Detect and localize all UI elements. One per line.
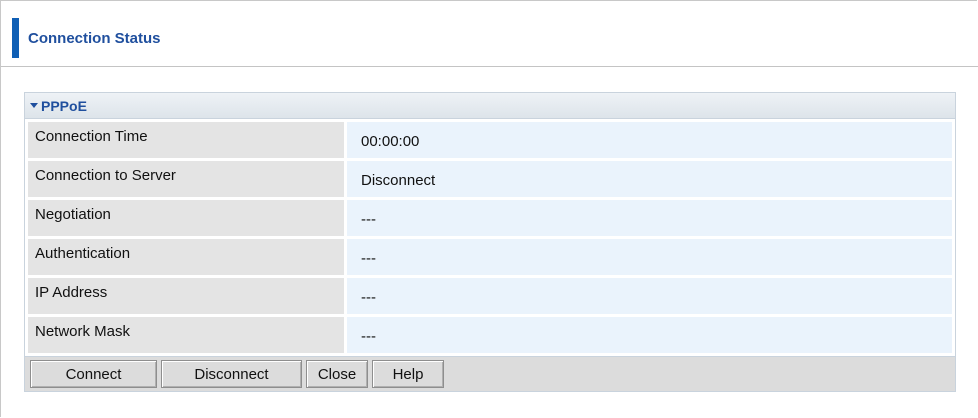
connect-button[interactable]: Connect bbox=[30, 360, 157, 388]
row-label-authentication: Authentication bbox=[28, 239, 344, 275]
row-label-ip-address: IP Address bbox=[28, 278, 344, 314]
table-row: Network Mask --- bbox=[28, 317, 952, 353]
row-value-ip-address: --- bbox=[347, 278, 952, 314]
help-button[interactable]: Help bbox=[372, 360, 444, 388]
table-row: Authentication --- bbox=[28, 239, 952, 275]
row-value-authentication: --- bbox=[347, 239, 952, 275]
row-label-connection-time: Connection Time bbox=[28, 122, 344, 158]
disconnect-button[interactable]: Disconnect bbox=[161, 360, 302, 388]
row-label-connection-to-server: Connection to Server bbox=[28, 161, 344, 197]
button-bar: Connect Disconnect Close Help bbox=[25, 356, 955, 391]
row-value-negotiation: --- bbox=[347, 200, 952, 236]
row-value-network-mask: --- bbox=[347, 317, 952, 353]
caret-down-icon bbox=[30, 103, 38, 108]
header-divider bbox=[1, 66, 978, 67]
panel-title-bar[interactable]: PPPoE bbox=[25, 93, 955, 119]
row-label-negotiation: Negotiation bbox=[28, 200, 344, 236]
header-accent-bar bbox=[12, 18, 19, 58]
table-row: Connection to Server Disconnect bbox=[28, 161, 952, 197]
panel-title: PPPoE bbox=[41, 97, 87, 114]
table-row: Connection Time 00:00:00 bbox=[28, 122, 952, 158]
table-row: IP Address --- bbox=[28, 278, 952, 314]
row-label-network-mask: Network Mask bbox=[28, 317, 344, 353]
pppoe-panel: PPPoE Connection Time 00:00:00 Connectio… bbox=[24, 92, 956, 392]
page-title: Connection Status bbox=[28, 29, 161, 47]
row-value-connection-to-server: Disconnect bbox=[347, 161, 952, 197]
page-header: Connection Status bbox=[12, 18, 161, 58]
page-frame: Connection Status PPPoE Connection Time … bbox=[0, 0, 978, 417]
table-row: Negotiation --- bbox=[28, 200, 952, 236]
close-button[interactable]: Close bbox=[306, 360, 368, 388]
row-value-connection-time: 00:00:00 bbox=[347, 122, 952, 158]
status-table: Connection Time 00:00:00 Connection to S… bbox=[25, 119, 955, 353]
